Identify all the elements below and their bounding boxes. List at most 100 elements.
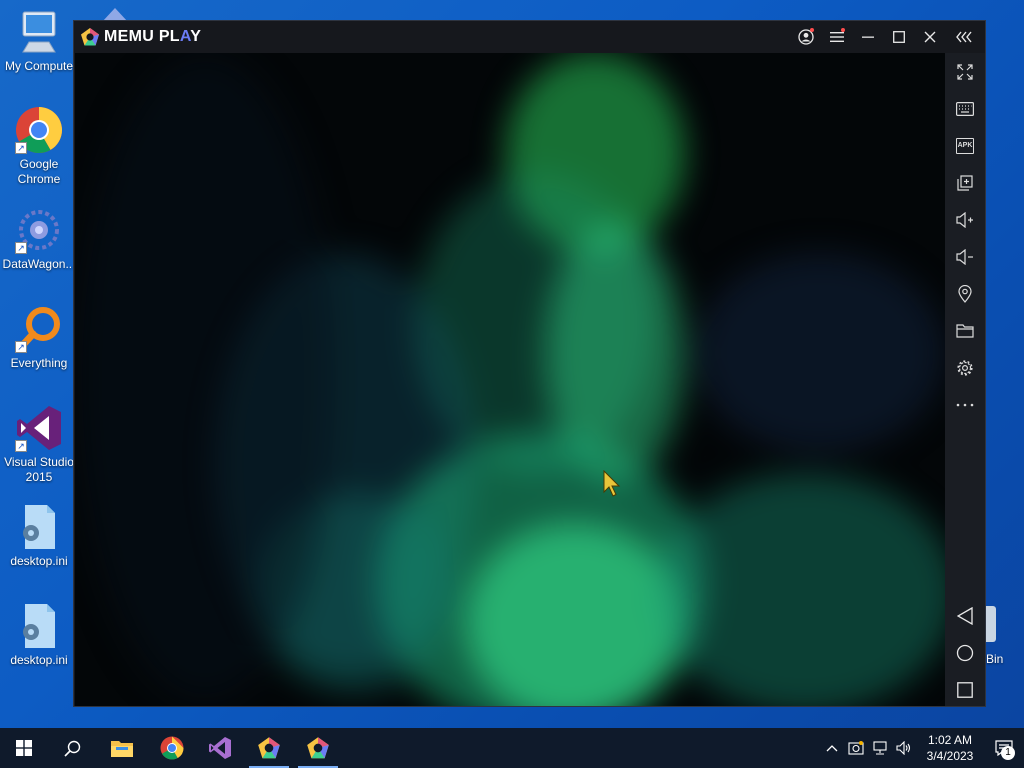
desktop-icon-recycle-bin[interactable]: Bin	[986, 606, 1003, 666]
taskbar-clock[interactable]: 1:02 AM 3/4/2023	[922, 732, 978, 764]
start-icon	[16, 740, 32, 756]
maximize-icon	[892, 31, 905, 43]
folder-icon	[956, 324, 974, 338]
taskbar-file-explorer[interactable]	[98, 728, 146, 768]
aurora-wallpaper	[75, 53, 946, 706]
notification-dot	[810, 28, 814, 32]
menu-icon	[829, 32, 844, 42]
search-icon	[63, 740, 80, 757]
tray-volume-button[interactable]	[892, 728, 916, 768]
settings-file-icon	[15, 503, 63, 551]
network-icon	[873, 741, 887, 755]
desktop-icon-label: desktop.ini	[10, 554, 68, 568]
collapse-sidebar-icon	[956, 31, 972, 43]
minimize-button[interactable]	[852, 21, 883, 53]
desktop-icon-label: My Compute	[4, 59, 74, 73]
fullscreen-icon	[957, 64, 973, 80]
settings-button[interactable]	[945, 353, 985, 383]
multi-instance-icon	[957, 175, 973, 191]
android-back-button[interactable]	[945, 601, 985, 631]
memu-logo-icon	[81, 28, 99, 46]
memu-title: MEMU PLAY	[104, 28, 202, 45]
back-icon	[957, 607, 973, 625]
close-button[interactable]	[914, 21, 945, 53]
chrome-icon	[160, 736, 184, 760]
taskbar-visual-studio[interactable]	[196, 728, 244, 768]
title-controls	[790, 21, 985, 53]
taskbar-search-button[interactable]	[48, 728, 96, 768]
recycle-bin-icon	[986, 606, 996, 642]
desktop-icon-desktop-ini-1[interactable]: desktop.ini	[0, 503, 78, 569]
taskbar-memu-1[interactable]	[245, 728, 293, 768]
home-icon	[956, 644, 974, 662]
memu-window: MEMU PLAY APK	[73, 20, 986, 707]
keyboard-button[interactable]	[945, 94, 985, 124]
desktop-icon-visual-studio[interactable]: ↗ Visual Studio 2015	[0, 404, 78, 485]
computer-icon	[15, 8, 63, 56]
desktop-icon-everything[interactable]: ↗ Everything	[0, 305, 78, 371]
desktop-icon-google-chrome[interactable]: ↗ Google Chrome	[0, 106, 78, 187]
tray-network-button[interactable]	[868, 728, 892, 768]
taskbar: 1:02 AM 3/4/2023 1	[0, 728, 1024, 768]
android-home-button[interactable]	[945, 638, 985, 668]
apk-label: APK	[957, 142, 973, 149]
memu-sidebar: APK	[945, 53, 985, 706]
android-recent-apps-button[interactable]	[945, 675, 985, 705]
speaker-icon	[896, 741, 911, 755]
android-screen[interactable]	[75, 53, 946, 706]
update-icon	[848, 741, 864, 755]
keyboard-icon	[956, 102, 974, 116]
memu-logo: MEMU PLAY	[80, 27, 201, 47]
settings-file-icon	[15, 602, 63, 650]
memu-icon	[307, 737, 329, 759]
desktop-icon-label: Bin	[986, 652, 1004, 666]
tray-update-button[interactable]	[844, 728, 868, 768]
shortcut-arrow-icon: ↗	[15, 242, 27, 254]
apk-install-button[interactable]: APK	[945, 131, 985, 161]
settings-icon	[957, 360, 973, 376]
action-center-button[interactable]: 1	[984, 728, 1024, 768]
apk-icon: APK	[956, 138, 974, 154]
recent-apps-icon	[957, 682, 973, 698]
volume-down-icon	[956, 249, 973, 265]
show-hidden-icons-button[interactable]	[820, 728, 844, 768]
volume-down-button[interactable]	[945, 242, 985, 272]
desktop-icon-label: DataWagon...	[2, 257, 76, 271]
desktop-icon-desktop-ini-2[interactable]: desktop.ini	[0, 602, 78, 668]
visual-studio-icon	[209, 737, 231, 759]
memu-titlebar[interactable]: MEMU PLAY	[74, 21, 985, 53]
shortcut-arrow-icon: ↗	[15, 142, 27, 154]
maximize-button[interactable]	[883, 21, 914, 53]
location-button[interactable]	[945, 279, 985, 309]
account-button[interactable]	[790, 21, 821, 53]
desktop-icon-label: Everything	[10, 356, 68, 370]
taskbar-chrome[interactable]	[148, 728, 196, 768]
more-icon	[956, 403, 974, 407]
volume-up-button[interactable]	[945, 205, 985, 235]
desktop-icon-label: Visual Studio 2015	[4, 455, 74, 484]
memu-icon	[258, 737, 280, 759]
menu-button[interactable]	[821, 21, 852, 53]
visual-studio-icon: ↗	[15, 404, 63, 452]
chevron-up-icon	[826, 745, 838, 752]
multi-instance-button[interactable]	[945, 168, 985, 198]
desktop-icon-datawagon[interactable]: ↗ DataWagon...	[0, 206, 78, 272]
notification-dot	[841, 28, 845, 32]
minimize-icon	[861, 36, 874, 38]
start-button[interactable]	[0, 728, 48, 768]
folder-button[interactable]	[945, 316, 985, 346]
desktop-icon-my-computer[interactable]: My Compute	[0, 8, 78, 74]
fullscreen-button[interactable]	[945, 57, 985, 87]
taskbar-memu-2[interactable]	[294, 728, 342, 768]
datawagon-icon: ↗	[15, 206, 63, 254]
clock-time: 1:02 AM	[927, 733, 973, 747]
notification-count-badge: 1	[1001, 746, 1015, 760]
close-icon	[924, 31, 935, 43]
everything-search-icon: ↗	[15, 305, 63, 353]
more-button[interactable]	[945, 390, 985, 420]
system-tray: 1:02 AM 3/4/2023 1	[820, 728, 1024, 768]
shortcut-arrow-icon: ↗	[15, 440, 27, 452]
collapse-sidebar-button[interactable]	[945, 21, 985, 53]
desktop-icon-label: Google Chrome	[17, 157, 61, 186]
memu-title-accent-letter: A	[179, 28, 191, 45]
